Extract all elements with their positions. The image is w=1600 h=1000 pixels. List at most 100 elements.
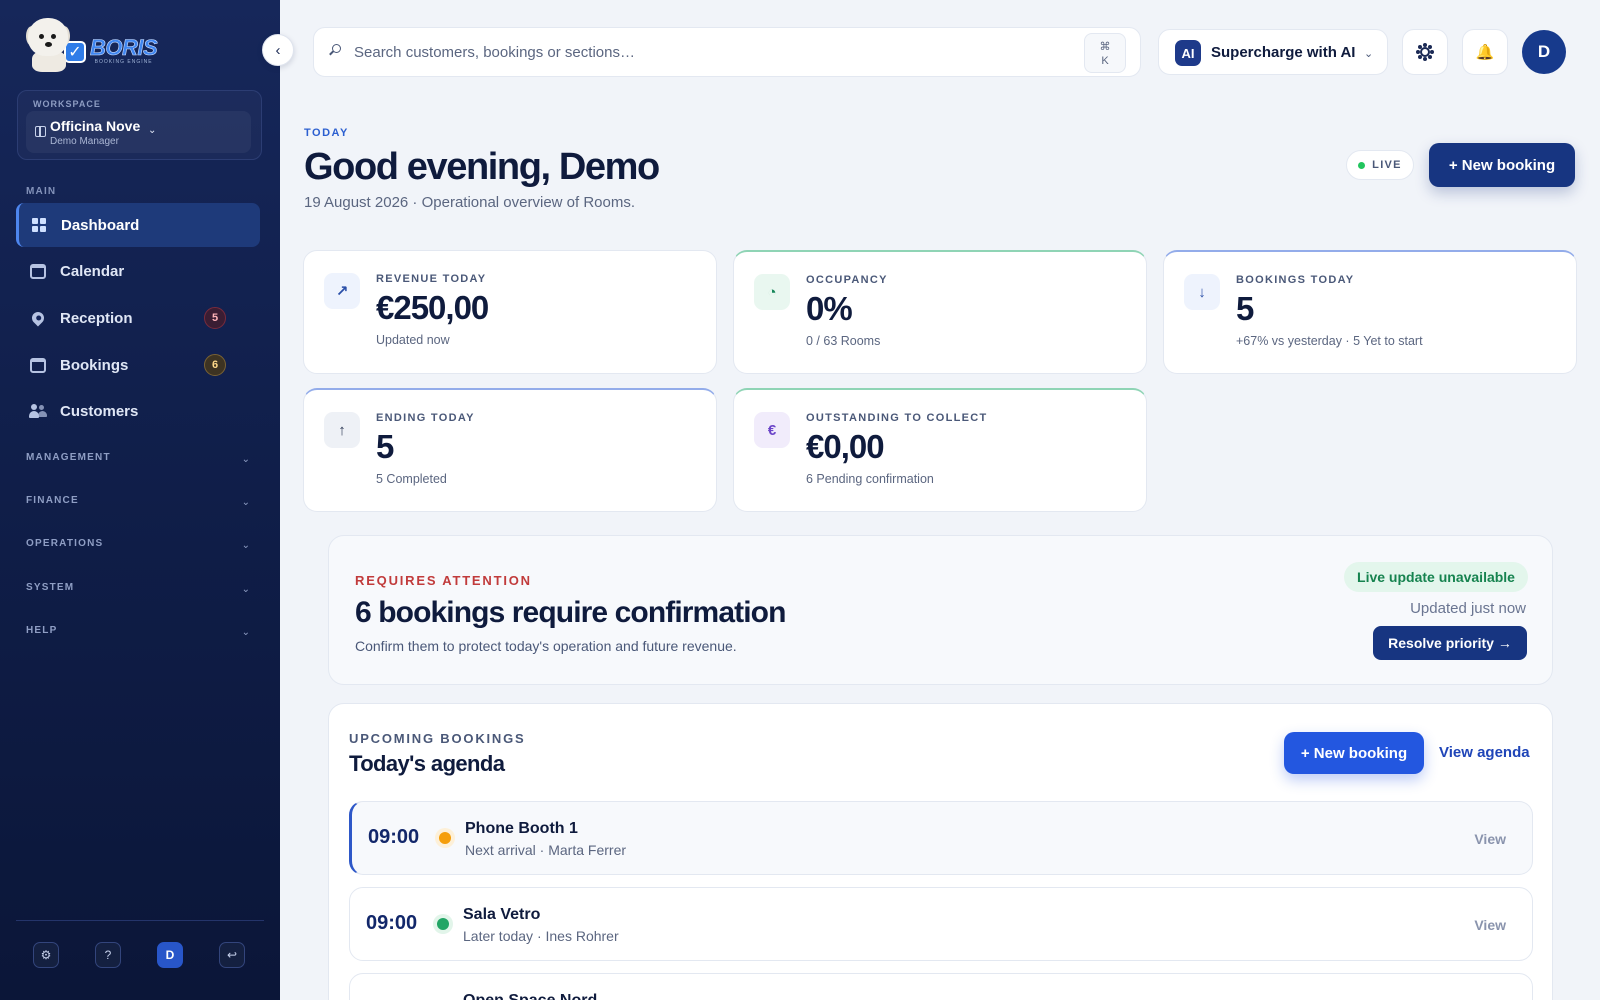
calendar-check-icon xyxy=(29,356,47,374)
group-label: SYSTEM xyxy=(26,582,75,593)
live-status-badge: LIVE xyxy=(1346,150,1414,180)
kpi-label: OUTSTANDING TO COLLECT xyxy=(806,412,988,424)
attention-card: REQUIRES ATTENTION 6 bookings require co… xyxy=(328,535,1553,685)
count-badge: 6 xyxy=(204,354,226,376)
kpi-label: REVENUE TODAY xyxy=(376,273,487,285)
sidebar: ✓ BORIS BOOKING ENGINE WORKSPACE Officin… xyxy=(0,0,280,1000)
sidebar-avatar[interactable]: D xyxy=(157,942,183,968)
arrow-down-icon: ↓ xyxy=(1184,274,1220,310)
sidebar-item-label: Dashboard xyxy=(61,216,140,234)
status-dot-icon xyxy=(439,832,451,844)
group-label: OPERATIONS xyxy=(26,538,104,549)
chevron-down-icon: ⌄ xyxy=(241,584,250,595)
user-avatar[interactable]: D xyxy=(1522,30,1566,74)
grid-icon xyxy=(30,216,48,234)
kpi-value: €0,00 xyxy=(806,428,885,465)
booking-room: Phone Booth 1 xyxy=(465,820,578,837)
kpi-card-ending-today[interactable]: ↑ ENDING TODAY 5 5 Completed xyxy=(303,388,717,512)
view-booking-link[interactable]: View xyxy=(1474,831,1506,847)
divider xyxy=(16,920,264,921)
kpi-card-occupancy[interactable]: ◔ OCCUPANCY 0% 0 / 63 Rooms xyxy=(733,250,1147,374)
collapse-sidebar-button[interactable]: ‹ xyxy=(262,34,294,66)
agenda-title: Today's agenda xyxy=(349,751,505,776)
kpi-card-revenue[interactable]: ↗ REVENUE TODAY €250,00 Updated now xyxy=(303,250,717,374)
chevron-down-icon: ⌄ xyxy=(148,125,157,136)
kpi-label: OCCUPANCY xyxy=(806,274,888,286)
arrow-up-icon: ↑ xyxy=(324,412,360,448)
sidebar-group-system[interactable]: SYSTEM ⌄ xyxy=(26,582,250,598)
booking-time: 09:00 xyxy=(366,912,418,934)
ai-badge-icon: AI xyxy=(1175,40,1201,66)
chevron-down-icon: ⌄ xyxy=(241,627,250,638)
booking-row[interactable]: 09:00 Sala Vetro Later today · Ines Rohr… xyxy=(349,887,1533,961)
sidebar-item-customers[interactable]: Customers xyxy=(16,389,260,433)
group-label: HELP xyxy=(26,625,58,636)
status-dot-icon xyxy=(437,918,449,930)
resolve-priority-button[interactable]: Resolve priority → xyxy=(1373,626,1527,660)
logout-icon[interactable]: ↩ xyxy=(219,942,245,968)
search-placeholder: Search customers, bookings or sections… xyxy=(354,44,635,61)
attention-eyebrow: REQUIRES ATTENTION xyxy=(355,573,532,588)
view-booking-link[interactable]: View xyxy=(1474,917,1506,933)
live-label: LIVE xyxy=(1372,159,1402,171)
ai-assistant-button[interactable]: AI Supercharge with AI ⌄ xyxy=(1158,29,1388,75)
sidebar-group-management[interactable]: MANAGEMENT ⌄ xyxy=(26,452,250,468)
attention-title: 6 bookings require confirmation xyxy=(355,596,786,629)
chevron-down-icon: ⌄ xyxy=(241,540,250,551)
count-badge: 5 xyxy=(204,307,226,329)
live-dot-icon xyxy=(1358,161,1366,169)
workspace-switcher[interactable]: Officina Nove Demo Manager ⌄ xyxy=(26,111,251,153)
sidebar-item-label: Customers xyxy=(60,402,139,420)
kpi-subtext: 6 Pending confirmation xyxy=(806,472,934,486)
live-update-status-badge: Live update unavailable xyxy=(1344,562,1528,592)
kpi-label: BOOKINGS TODAY xyxy=(1236,274,1355,286)
settings-gear-icon[interactable]: ⚙ xyxy=(33,942,59,968)
search-icon xyxy=(332,44,341,53)
sidebar-group-finance[interactable]: FINANCE ⌄ xyxy=(26,495,250,511)
new-booking-button[interactable]: + New booking xyxy=(1429,143,1575,187)
sidebar-group-operations[interactable]: OPERATIONS ⌄ xyxy=(26,538,250,554)
dog-mascot-icon xyxy=(26,16,70,72)
agenda-new-booking-button[interactable]: + New booking xyxy=(1284,732,1424,774)
kpi-card-outstanding[interactable]: € OUTSTANDING TO COLLECT €0,00 6 Pending… xyxy=(733,388,1147,512)
notifications-button[interactable]: 🔔 xyxy=(1462,29,1508,75)
page-title: Good evening, Demo xyxy=(304,146,660,188)
kpi-card-bookings-today[interactable]: ↓ BOOKINGS TODAY 5 +67% vs yesterday · 5… xyxy=(1163,250,1577,374)
agenda-card: UPCOMING BOOKINGS Today's agenda + New b… xyxy=(328,703,1553,1000)
kpi-value: 5 xyxy=(376,428,394,465)
sidebar-item-label: Reception xyxy=(60,309,133,327)
booking-room: Sala Vetro xyxy=(463,906,541,923)
attention-subtitle: Confirm them to protect today's operatio… xyxy=(355,638,737,654)
page-eyebrow: TODAY xyxy=(304,127,349,139)
sidebar-item-calendar[interactable]: Calendar xyxy=(16,249,260,293)
search-input[interactable]: Search customers, bookings or sections… … xyxy=(313,27,1141,77)
booking-room: Open Space Nord xyxy=(463,992,597,1000)
chevron-down-icon: ⌄ xyxy=(241,454,250,465)
users-icon xyxy=(29,402,47,420)
sidebar-item-reception[interactable]: Reception 5 xyxy=(16,296,260,340)
theme-toggle-button[interactable] xyxy=(1402,29,1448,75)
view-agenda-link[interactable]: View agenda xyxy=(1439,744,1530,761)
kpi-subtext: 5 Completed xyxy=(376,472,447,486)
sidebar-item-dashboard[interactable]: Dashboard xyxy=(16,203,260,247)
section-label-main: MAIN xyxy=(26,186,57,197)
booking-row[interactable]: 09:00 Phone Booth 1 Next arrival · Marta… xyxy=(349,801,1533,875)
kpi-label: ENDING TODAY xyxy=(376,412,475,424)
brand-logo[interactable]: ✓ BORIS BOOKING ENGINE xyxy=(26,16,158,72)
sidebar-item-label: Bookings xyxy=(60,356,129,374)
workspace-name: Officina Nove xyxy=(50,118,141,134)
help-icon[interactable]: ? xyxy=(95,942,121,968)
booking-detail: Next arrival · Marta Ferrer xyxy=(465,842,627,858)
booking-detail: Later today · Ines Rohrer xyxy=(463,928,619,944)
updated-timestamp: Updated just now xyxy=(1410,600,1526,617)
group-label: FINANCE xyxy=(26,495,79,506)
sidebar-group-help[interactable]: HELP ⌄ xyxy=(26,625,250,641)
workspace-role: Demo Manager xyxy=(50,136,119,147)
bell-icon: 🔔 xyxy=(1475,44,1495,61)
page-subtitle: 19 August 2026 · Operational overview of… xyxy=(304,194,636,211)
sidebar-item-bookings[interactable]: Bookings 6 xyxy=(16,343,260,387)
pie-chart-icon: ◔ xyxy=(754,274,790,310)
arrow-up-right-icon: ↗ xyxy=(324,273,360,309)
booking-row[interactable]: Open Space Nord xyxy=(349,973,1533,1000)
building-icon xyxy=(35,126,46,137)
